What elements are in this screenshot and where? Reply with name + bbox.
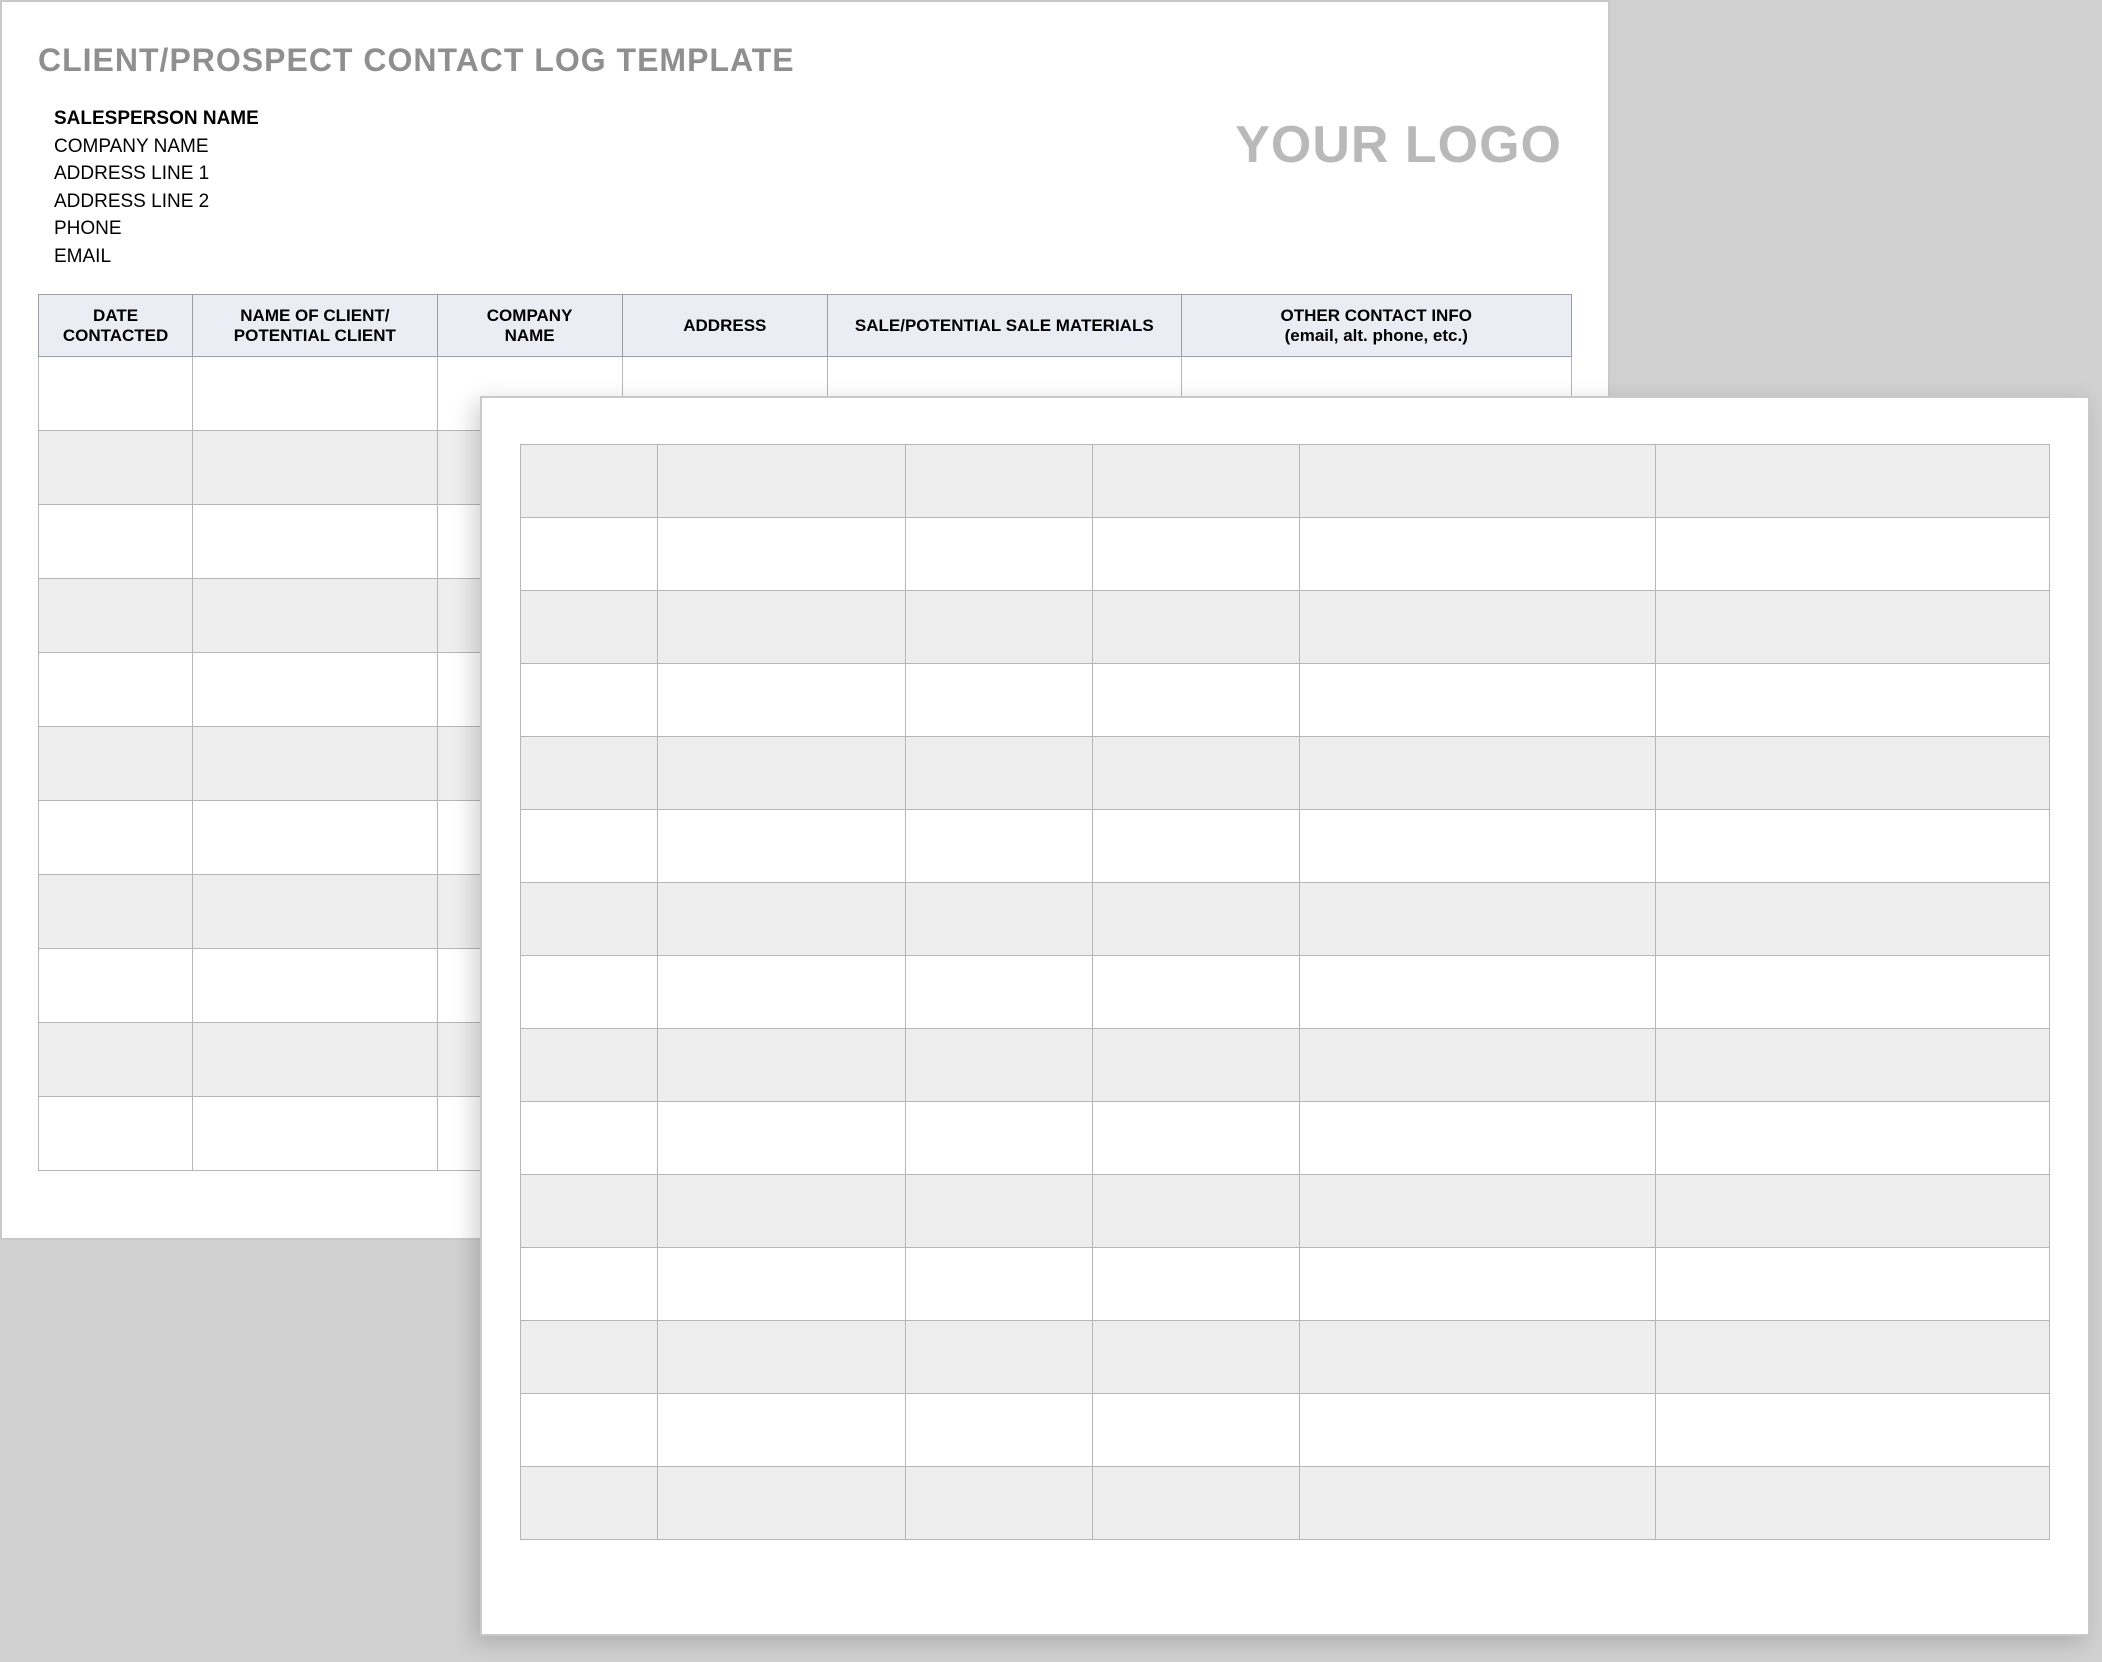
canvas: CLIENT/PROSPECT CONTACT LOG TEMPLATE SAL… [0,0,2102,1662]
table-row [521,1175,2050,1248]
col-client-name: NAME OF CLIENT/ POTENTIAL CLIENT [193,295,438,357]
phone-label: PHONE [54,215,259,243]
header-block: SALESPERSON NAME COMPANY NAME ADDRESS LI… [38,105,1572,270]
page-2 [480,396,2090,1636]
logo-placeholder: YOUR LOGO [1235,115,1562,175]
table-row [521,810,2050,883]
table-row [521,1029,2050,1102]
table-row [521,1248,2050,1321]
page-title: CLIENT/PROSPECT CONTACT LOG TEMPLATE [38,42,1572,79]
table-header-row: DATE CONTACTED NAME OF CLIENT/ POTENTIAL… [39,295,1572,357]
table-row [521,518,2050,591]
table-row [521,1394,2050,1467]
col-other-contact: OTHER CONTACT INFO (email, alt. phone, e… [1181,295,1572,357]
table-body-page2 [521,445,2050,1540]
contact-log-table-continued [520,444,2050,1540]
address-line-1-label: ADDRESS LINE 1 [54,160,259,188]
table-row [521,737,2050,810]
table-row [521,591,2050,664]
company-name-label: COMPANY NAME [54,133,259,161]
col-sale-materials: SALE/POTENTIAL SALE MATERIALS [828,295,1181,357]
col-company-name: COMPANY NAME [437,295,622,357]
salesperson-info: SALESPERSON NAME COMPANY NAME ADDRESS LI… [38,105,259,270]
salesperson-name-label: SALESPERSON NAME [54,105,259,133]
table-row [521,664,2050,737]
table-row [521,445,2050,518]
table-row [521,1321,2050,1394]
address-line-2-label: ADDRESS LINE 2 [54,188,259,216]
col-date-contacted: DATE CONTACTED [39,295,193,357]
email-label: EMAIL [54,243,259,271]
col-address: ADDRESS [622,295,827,357]
table-row [521,1467,2050,1540]
table-row [521,1102,2050,1175]
table-row [521,956,2050,1029]
table-row [521,883,2050,956]
